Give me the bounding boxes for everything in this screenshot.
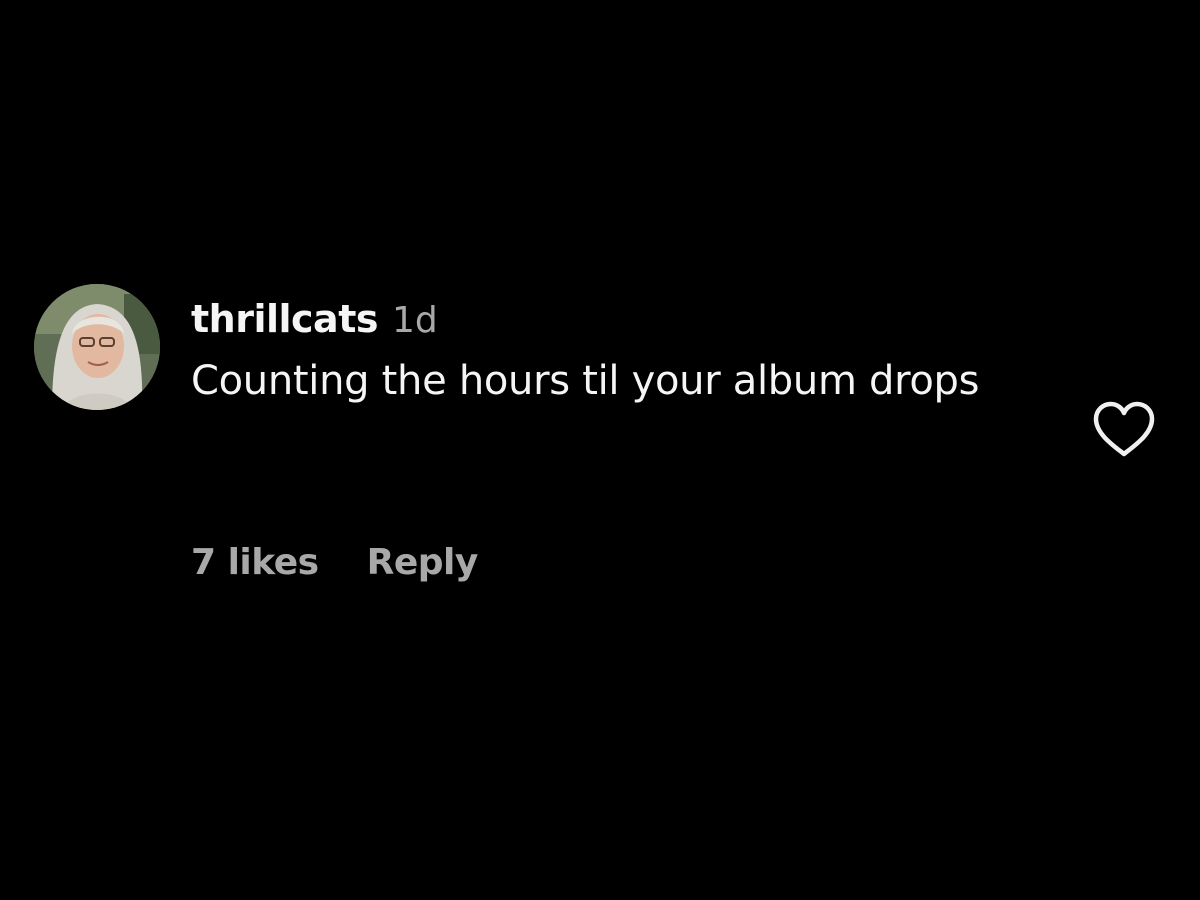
reply-button[interactable]: Reply xyxy=(367,542,479,583)
comment-header: thrillcats 1d xyxy=(191,282,1051,356)
heart-outline-icon[interactable] xyxy=(1092,400,1156,460)
comment-text: Counting the hours til your album drops xyxy=(191,358,980,404)
avatar-image xyxy=(34,284,160,410)
avatar[interactable] xyxy=(34,284,160,410)
comment-actions: 7 likes Reply xyxy=(191,532,478,592)
likes-count[interactable]: 7 likes xyxy=(191,542,319,583)
comment-content: thrillcats 1d Counting the hours til you… xyxy=(191,282,1051,416)
comment-item: thrillcats 1d Counting the hours til you… xyxy=(34,282,1164,602)
username-link[interactable]: thrillcats xyxy=(191,282,379,356)
